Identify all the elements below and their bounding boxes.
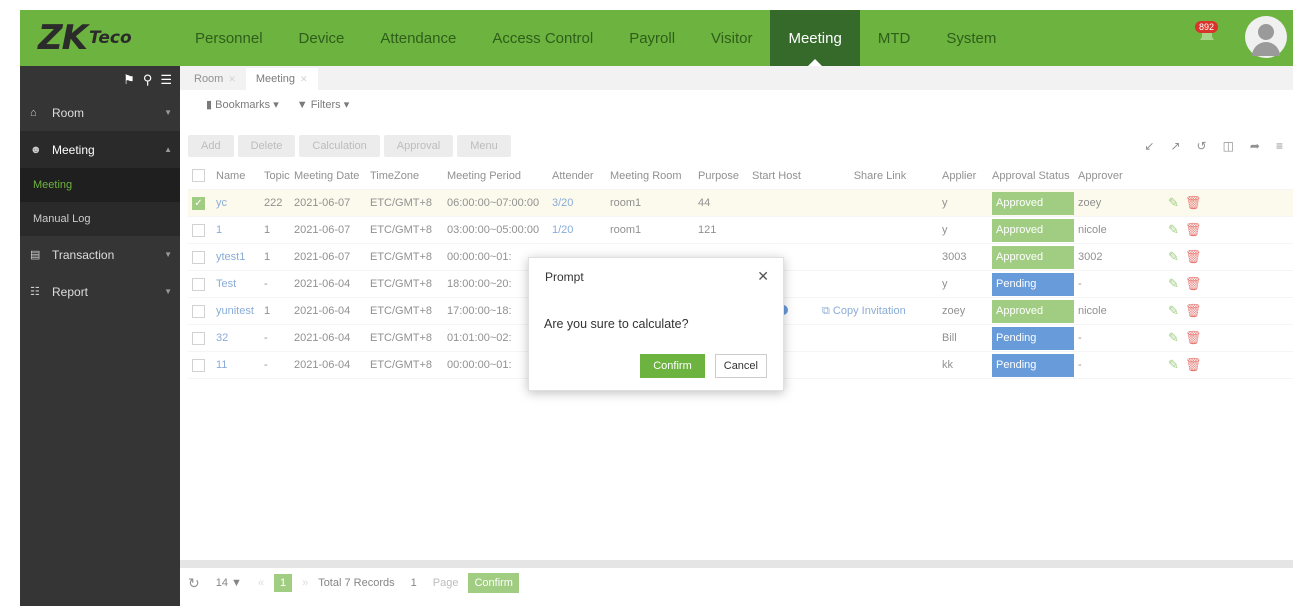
cancel-button[interactable]: Cancel: [714, 354, 767, 378]
prompt-dialog: Prompt ✕ Are you sure to calculate? Conf…: [528, 257, 784, 391]
confirm-button[interactable]: Confirm: [640, 354, 705, 378]
sidebar-tools: ⚑ ⚲ ☰: [20, 66, 180, 94]
chevron-down-icon: ▼: [164, 250, 172, 259]
sidebar-item-label: Report: [52, 284, 89, 299]
sidebar-item-label: Transaction: [52, 247, 115, 262]
nav-meeting[interactable]: Meeting: [770, 10, 860, 66]
sidebar-item-room[interactable]: ⌂ Room ▼: [20, 94, 180, 131]
nav-payroll[interactable]: Payroll: [611, 10, 693, 66]
list-icon[interactable]: ☰: [160, 72, 172, 88]
nav-personnel[interactable]: Personnel: [177, 10, 281, 66]
sidebar-item-report[interactable]: ☷ Report ▼: [20, 273, 180, 310]
sidebar-item-label: Meeting: [52, 142, 95, 157]
close-icon[interactable]: ✕: [757, 268, 769, 285]
sidebar-item-label: Room: [52, 105, 85, 120]
nav-system[interactable]: System: [928, 10, 1014, 66]
sidebar: ⚑ ⚲ ☰ ⌂ Room ▼ ☻ Meeting ▲ Meeting Manua…: [20, 66, 180, 606]
notification-bell-icon[interactable]: 892: [1195, 21, 1219, 45]
sidebar-item-meeting[interactable]: ☻ Meeting ▲: [20, 131, 180, 168]
sidebar-subitem-meeting[interactable]: Meeting: [20, 168, 180, 202]
database-icon: ▤: [30, 249, 41, 261]
zkteco-logo[interactable]: ZK Teco: [20, 10, 170, 66]
chevron-down-icon: ▼: [164, 287, 172, 296]
dialog-message: Are you sure to calculate?: [544, 317, 689, 331]
house-icon: ⌂: [30, 106, 37, 119]
report-icon: ☷: [30, 286, 40, 298]
people-icon: ☻: [30, 143, 42, 156]
nav-mtd[interactable]: MTD: [860, 10, 929, 66]
search-icon[interactable]: ⚲: [143, 72, 153, 88]
sidebar-subitem-manual-log[interactable]: Manual Log: [20, 202, 180, 236]
nav-device[interactable]: Device: [281, 10, 363, 66]
chevron-up-icon: ▲: [164, 145, 172, 154]
nav-attendance[interactable]: Attendance: [362, 10, 474, 66]
user-avatar[interactable]: [1245, 16, 1287, 58]
notification-count-badge: 892: [1195, 21, 1219, 33]
top-nav-bar: ZK Teco Personnel Device Attendance Acces…: [20, 10, 1293, 66]
chevron-down-icon: ▼: [164, 108, 172, 117]
nav-access-control[interactable]: Access Control: [474, 10, 611, 66]
module-nav: Personnel Device Attendance Access Contr…: [177, 10, 1014, 66]
nav-visitor[interactable]: Visitor: [693, 10, 770, 66]
tag-icon[interactable]: ⚑: [123, 72, 135, 88]
dialog-title: Prompt ✕: [545, 268, 769, 285]
sidebar-item-transaction[interactable]: ▤ Transaction ▼: [20, 236, 180, 273]
